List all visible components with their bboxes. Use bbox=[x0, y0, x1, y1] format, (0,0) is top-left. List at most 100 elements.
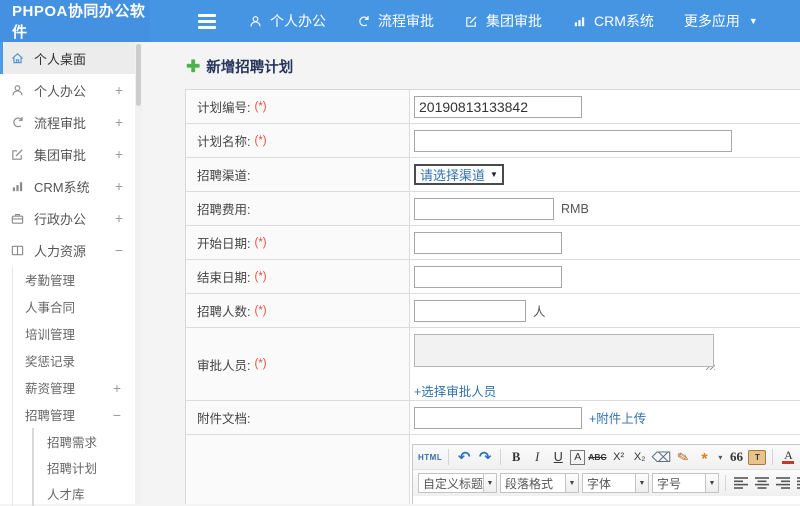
page-title: ✚ 新增招聘计划 bbox=[186, 56, 800, 77]
html-source-button[interactable]: HTML bbox=[418, 448, 442, 466]
nav-personal-office[interactable]: 个人办公 bbox=[248, 11, 326, 31]
headcount-input[interactable] bbox=[414, 300, 526, 322]
sidebar-item-label: 人才库 bbox=[47, 484, 85, 503]
sidebar-item-training[interactable]: 培训管理 bbox=[13, 320, 135, 347]
redo-icon[interactable]: ↷ bbox=[476, 448, 494, 466]
sidebar-item-rewards[interactable]: 奖惩记录 bbox=[13, 347, 135, 374]
sidebar-item-process-approval[interactable]: 流程审批 + bbox=[0, 106, 135, 138]
sidebar-item-recruit-mgmt[interactable]: 招聘管理 − bbox=[13, 401, 135, 428]
caret-down-icon: ▼ bbox=[490, 170, 498, 179]
expand-icon[interactable]: + bbox=[115, 82, 123, 98]
align-justify-icon[interactable] bbox=[795, 474, 800, 492]
expand-icon[interactable]: + bbox=[115, 146, 123, 162]
paragraph-format-dropdown[interactable]: 段落格式 ▼ bbox=[500, 473, 579, 493]
nav-crm-system[interactable]: CRM系统 bbox=[572, 11, 654, 31]
paste-icon[interactable]: T bbox=[748, 450, 766, 465]
caret-down-icon[interactable]: ▾ bbox=[716, 448, 724, 466]
form-row-approver: 审批人员: (*) +选择审批人员 bbox=[186, 328, 800, 401]
sidebar-item-human-resources[interactable]: 人力资源 − bbox=[0, 234, 135, 266]
sidebar-item-crm-system[interactable]: CRM系统 + bbox=[0, 170, 135, 202]
sidebar-item-label: 薪资管理 bbox=[25, 378, 75, 397]
underline-button[interactable]: U bbox=[549, 448, 567, 466]
start-date-input[interactable] bbox=[414, 232, 562, 254]
sidebar-item-label: CRM系统 bbox=[34, 177, 90, 196]
bold-button[interactable]: B bbox=[507, 448, 525, 466]
caret-down-icon: ▼ bbox=[749, 16, 758, 26]
plus-icon: ✚ bbox=[186, 60, 200, 74]
nav-process-approval[interactable]: 流程审批 bbox=[356, 11, 434, 31]
sidebar-item-recruit-plan[interactable]: 招聘计划 bbox=[34, 454, 135, 480]
sidebar-item-hr-contract[interactable]: 人事合同 bbox=[13, 293, 135, 320]
auto-format-icon[interactable]: * bbox=[695, 448, 713, 466]
channel-select[interactable]: 请选择渠道 ▼ bbox=[414, 164, 504, 185]
eraser-icon[interactable]: ⌫ bbox=[652, 448, 672, 466]
font-family-dropdown[interactable]: 字体 ▼ bbox=[582, 473, 649, 493]
collapse-icon[interactable]: − bbox=[113, 407, 121, 423]
sidebar-item-label: 人力资源 bbox=[34, 241, 86, 260]
page-title-text: 新增招聘计划 bbox=[206, 56, 293, 77]
cost-unit: RMB bbox=[561, 202, 589, 216]
form-row-cost: 招聘费用: RMB bbox=[186, 192, 800, 226]
custom-title-dropdown[interactable]: 自定义标题 ▼ bbox=[418, 473, 497, 493]
subscript-button[interactable]: X₂ bbox=[631, 448, 649, 466]
nav-more-apps[interactable]: 更多应用 ▼ bbox=[684, 11, 758, 31]
hamburger-icon[interactable] bbox=[198, 14, 216, 29]
top-navigation: 个人办公 流程审批 集团审批 CRM系统 更多应用 ▼ bbox=[248, 11, 788, 31]
format-painter-icon[interactable]: ✎ bbox=[672, 446, 694, 468]
channel-selected-value: 请选择渠道 bbox=[420, 165, 485, 184]
collapse-icon[interactable]: − bbox=[115, 242, 123, 258]
sidebar: 个人桌面 个人办公 + 流程审批 + 集团审批 + CRM系统 + 行政办公 +… bbox=[0, 42, 135, 504]
sidebar-item-admin-office[interactable]: 行政办公 + bbox=[0, 202, 135, 234]
scrollbar-thumb[interactable] bbox=[136, 44, 141, 106]
editor-content-area[interactable] bbox=[413, 496, 800, 504]
attachment-input[interactable] bbox=[414, 407, 582, 429]
font-size-dropdown[interactable]: 字号 ▼ bbox=[652, 473, 719, 493]
strikethrough-button[interactable]: ABC bbox=[588, 448, 606, 466]
align-right-icon[interactable] bbox=[774, 474, 792, 492]
app-logo: PHPOA协同办公软件 bbox=[0, 0, 150, 42]
sidebar-item-personal-office[interactable]: 个人办公 + bbox=[0, 74, 135, 106]
sidebar-item-label: 招聘计划 bbox=[47, 458, 97, 477]
cost-input[interactable] bbox=[414, 198, 554, 220]
approver-textarea[interactable] bbox=[414, 334, 714, 367]
sidebar-item-attendance[interactable]: 考勤管理 bbox=[13, 266, 135, 293]
sidebar-item-talent-pool[interactable]: 人才库 bbox=[34, 480, 135, 506]
align-center-icon[interactable] bbox=[753, 474, 771, 492]
recruit-plan-form: 计划编号: (*) 计划名称: (*) 招聘渠道: 请选择渠道 bbox=[185, 89, 800, 504]
chart-icon bbox=[572, 14, 587, 29]
sidebar-item-salary[interactable]: 薪资管理 + bbox=[13, 374, 135, 401]
form-row-start-date: 开始日期: (*) bbox=[186, 226, 800, 260]
font-border-button[interactable]: A bbox=[570, 450, 585, 465]
plan-name-input[interactable] bbox=[414, 130, 732, 152]
form-row-headcount: 招聘人数: (*) 人 bbox=[186, 294, 800, 328]
field-label: 计划编号: bbox=[197, 97, 250, 116]
superscript-button[interactable]: X² bbox=[610, 448, 628, 466]
sidebar-item-label: 集团审批 bbox=[34, 145, 86, 164]
nav-group-approval[interactable]: 集团审批 bbox=[464, 11, 542, 31]
expand-icon[interactable]: + bbox=[113, 380, 121, 396]
blockquote-button[interactable]: 66 bbox=[727, 448, 745, 466]
form-row-attachment: 附件文档: +附件上传 bbox=[186, 401, 800, 435]
undo-icon[interactable]: ↶ bbox=[455, 448, 473, 466]
sidebar-item-label: 考勤管理 bbox=[25, 270, 75, 289]
align-left-icon[interactable] bbox=[732, 474, 750, 492]
editor-toolbar-row2: 自定义标题 ▼ 段落格式 ▼ 字体 ▼ 字号 ▼ bbox=[413, 470, 800, 496]
field-label: 结束日期: bbox=[197, 267, 250, 286]
sidebar-item-label: 个人桌面 bbox=[34, 49, 86, 68]
attachment-upload-link[interactable]: +附件上传 bbox=[589, 408, 646, 427]
expand-icon[interactable]: + bbox=[115, 178, 123, 194]
end-date-input[interactable] bbox=[414, 266, 562, 288]
select-approver-link[interactable]: +选择审批人员 bbox=[414, 381, 496, 400]
sidebar-scrollbar[interactable] bbox=[135, 42, 142, 504]
plan-no-input[interactable] bbox=[414, 96, 582, 118]
sidebar-item-recruit-demand[interactable]: 招聘需求 bbox=[34, 428, 135, 454]
expand-icon[interactable]: + bbox=[115, 114, 123, 130]
font-color-button[interactable]: A bbox=[779, 448, 797, 466]
sidebar-item-label: 人事合同 bbox=[25, 297, 75, 316]
italic-button[interactable]: I bbox=[528, 448, 546, 466]
expand-icon[interactable]: + bbox=[115, 210, 123, 226]
required-marker: (*) bbox=[254, 271, 266, 283]
process-icon bbox=[356, 14, 371, 29]
sidebar-item-group-approval[interactable]: 集团审批 + bbox=[0, 138, 135, 170]
sidebar-item-personal-desktop[interactable]: 个人桌面 bbox=[0, 42, 135, 74]
